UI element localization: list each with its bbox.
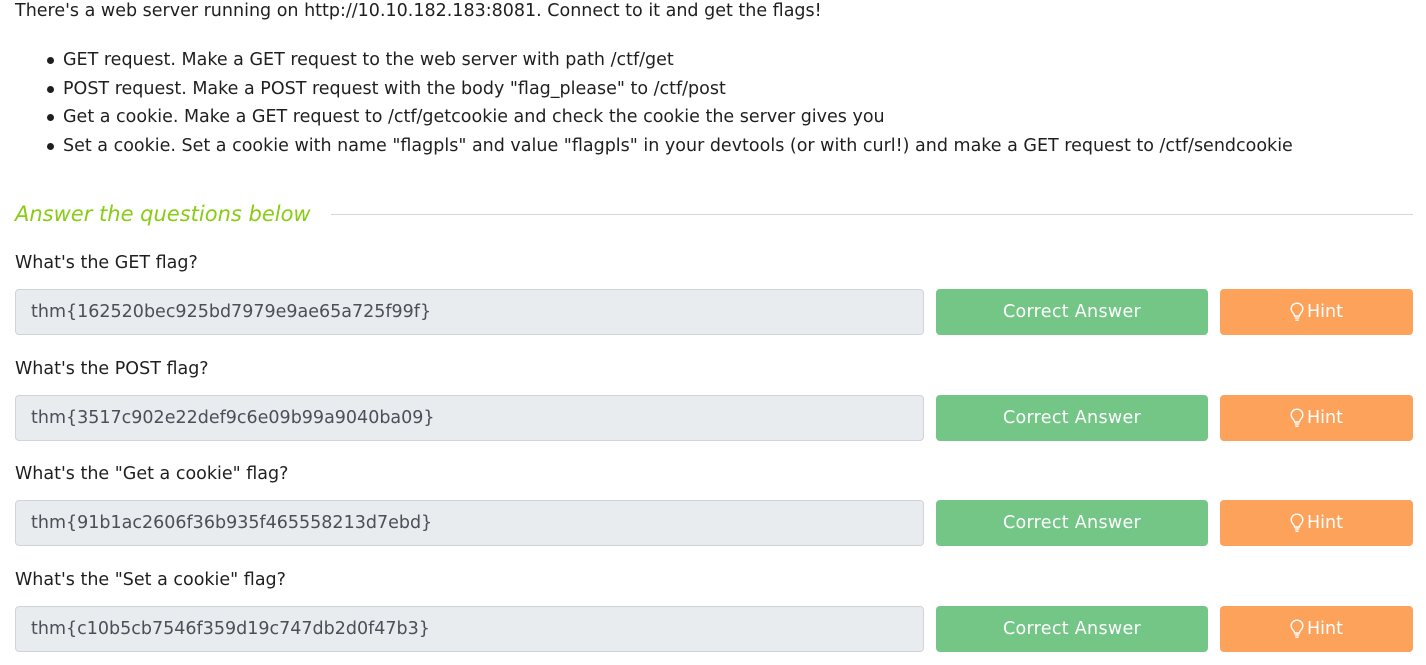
lightbulb-icon (1290, 513, 1304, 532)
answer-row: thm{91b1ac2606f36b935f465558213d7ebd} Co… (15, 500, 1413, 546)
question-label: What's the POST flag? (15, 359, 209, 379)
task-list: GET request. Make a GET request to the w… (15, 46, 1293, 161)
hint-label: Hint (1307, 513, 1343, 533)
hint-button[interactable]: Hint (1220, 606, 1413, 652)
hint-button[interactable]: Hint (1220, 289, 1413, 335)
correct-answer-button[interactable]: Correct Answer (936, 395, 1208, 441)
list-item: GET request. Make a GET request to the w… (47, 46, 1293, 75)
question-get-flag: What's the GET flag? thm{162520bec925bd7… (15, 252, 1413, 335)
hint-button[interactable]: Hint (1220, 500, 1413, 546)
list-item: POST request. Make a POST request with t… (47, 75, 1293, 104)
lightbulb-icon (1290, 619, 1304, 638)
hint-label: Hint (1307, 619, 1343, 639)
correct-answer-button[interactable]: Correct Answer (936, 606, 1208, 652)
hint-label: Hint (1307, 408, 1343, 428)
hint-label: Hint (1307, 302, 1343, 322)
lightbulb-icon (1290, 302, 1304, 321)
question-get-cookie-flag: What's the "Get a cookie" flag? thm{91b1… (15, 463, 1413, 546)
question-post-flag: What's the POST flag? thm{3517c902e22def… (15, 358, 1413, 441)
task-intro: There's a web server running on http://1… (15, 1, 822, 21)
answer-row: thm{162520bec925bd7979e9ae65a725f99f} Co… (15, 289, 1413, 335)
answer-field[interactable]: thm{c10b5cb7546f359d19c747db2d0f47b3} (15, 606, 924, 652)
question-label: What's the "Set a cookie" flag? (15, 570, 286, 590)
task-page: There's a web server running on http://1… (0, 0, 1426, 665)
answer-field[interactable]: thm{162520bec925bd7979e9ae65a725f99f} (15, 289, 924, 335)
lightbulb-icon (1290, 408, 1304, 427)
section-title: Answer the questions below (15, 202, 311, 226)
divider (330, 213, 1413, 215)
hint-button[interactable]: Hint (1220, 395, 1413, 441)
answer-field[interactable]: thm{3517c902e22def9c6e09b99a9040ba09} (15, 395, 924, 441)
correct-answer-button[interactable]: Correct Answer (936, 289, 1208, 335)
answer-row: thm{c10b5cb7546f359d19c747db2d0f47b3} Co… (15, 606, 1413, 652)
correct-answer-button[interactable]: Correct Answer (936, 500, 1208, 546)
list-item: Set a cookie. Set a cookie with name "fl… (47, 132, 1293, 161)
answer-row: thm{3517c902e22def9c6e09b99a9040ba09} Co… (15, 395, 1413, 441)
question-label: What's the GET flag? (15, 253, 198, 273)
answer-field[interactable]: thm{91b1ac2606f36b935f465558213d7ebd} (15, 500, 924, 546)
question-set-cookie-flag: What's the "Set a cookie" flag? thm{c10b… (15, 569, 1413, 652)
question-label: What's the "Get a cookie" flag? (15, 464, 289, 484)
list-item: Get a cookie. Make a GET request to /ctf… (47, 103, 1293, 132)
answer-section-header: Answer the questions below (15, 199, 1413, 229)
